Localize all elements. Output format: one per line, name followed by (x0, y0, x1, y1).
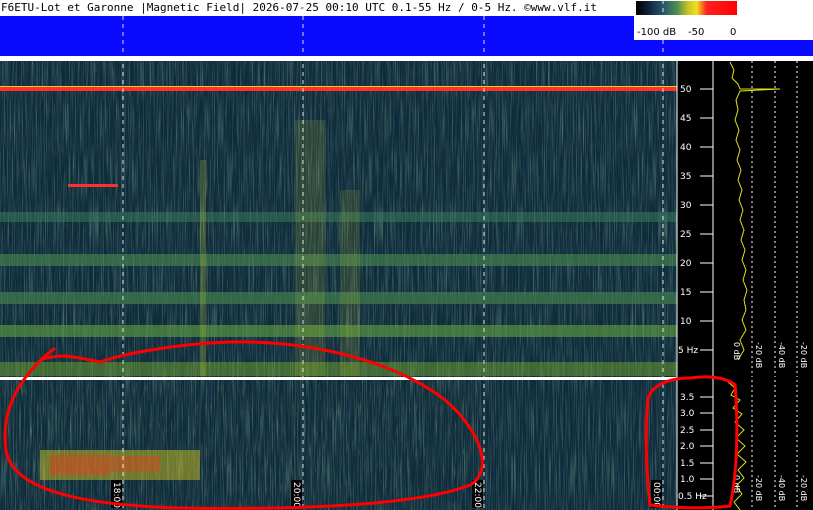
db-label: -20 dB (799, 342, 808, 368)
db-label: 0 dB (732, 342, 741, 360)
tick-label: 1.5 (680, 459, 694, 469)
db-label: -20 dB (754, 342, 763, 368)
tick-label: 2.5 (680, 426, 694, 436)
time-label: 20:00 (291, 482, 301, 508)
tick-label: 0.5 Hz (678, 492, 707, 502)
db-label: -20 dB (799, 475, 808, 501)
panel-divider (0, 377, 677, 380)
tick-label: 15 (680, 288, 691, 298)
tick-label: 30 (680, 201, 692, 211)
tick-label: 50 (680, 85, 692, 95)
db-label: -40 dB (777, 342, 786, 368)
spectrogram-view: 50 45 40 35 30 25 20 15 10 5 Hz 3.5 3.0 … (0, 0, 813, 510)
tick-label: 2.0 (680, 442, 695, 452)
tick-label: 10 (680, 317, 692, 327)
db-label: -20 dB (754, 475, 763, 501)
upper-spectrogram (0, 61, 677, 377)
tick-label: 25 (680, 230, 691, 240)
tick-label: 35 (680, 172, 691, 182)
lower-spectrogram (0, 380, 677, 510)
tick-label: 20 (680, 259, 692, 269)
tick-label: 5 Hz (678, 346, 698, 356)
db-label: -40 dB (777, 475, 786, 501)
tick-label: 1.0 (680, 475, 695, 485)
hum-line (0, 87, 677, 91)
tick-label: 3.5 (680, 393, 694, 403)
time-label: 22:00 (472, 482, 482, 508)
tick-label: 3.0 (680, 409, 695, 419)
tick-label: 40 (680, 143, 692, 153)
tick-label: 45 (680, 114, 691, 124)
